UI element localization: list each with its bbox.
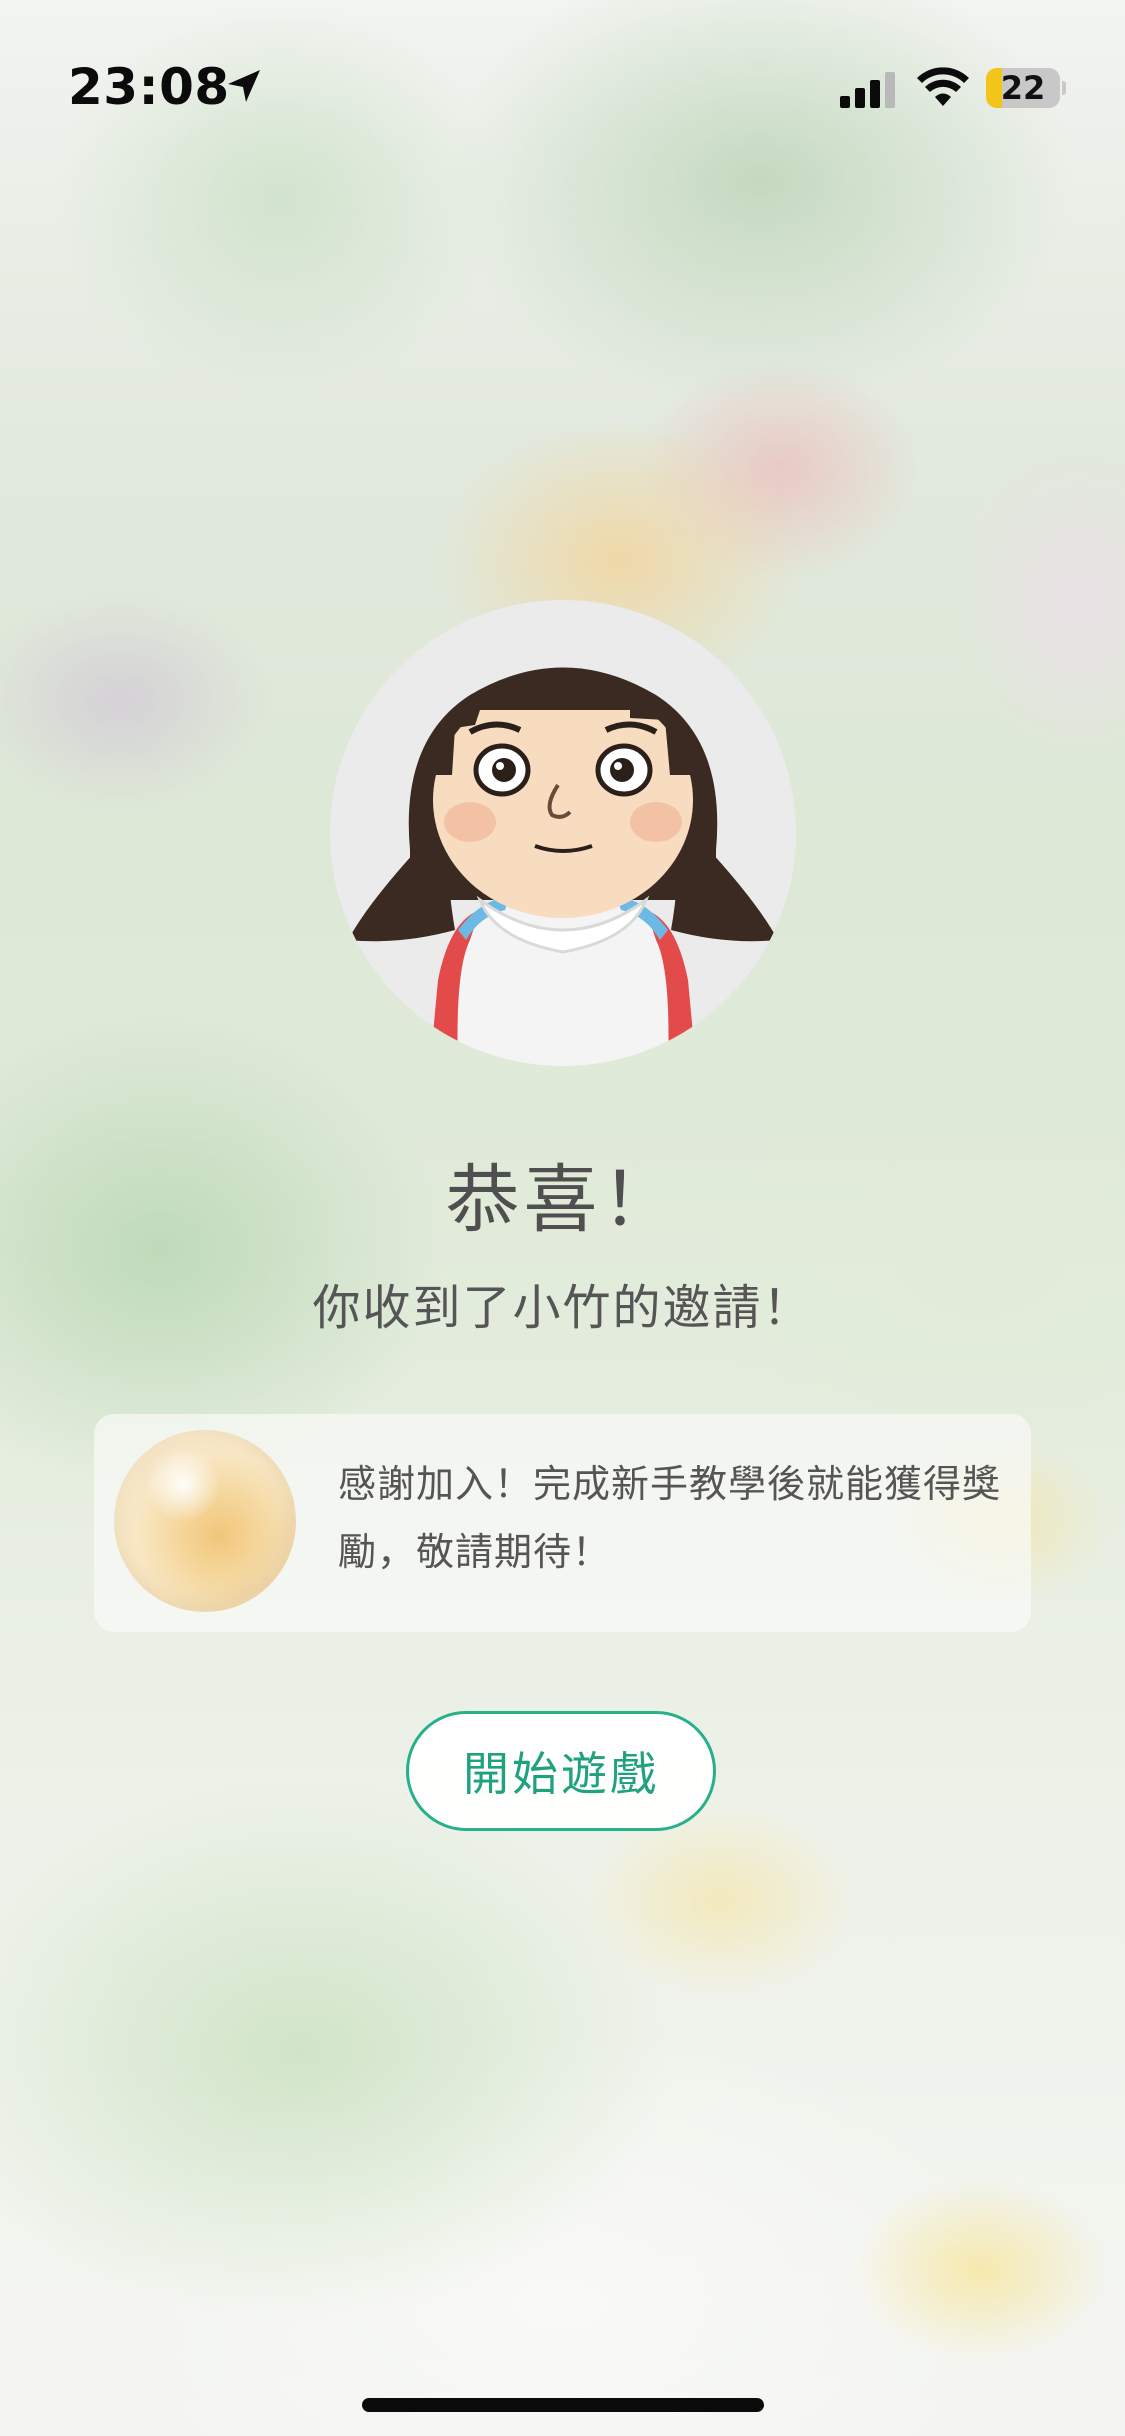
- invite-title: 恭喜！: [445, 1157, 680, 1243]
- wifi-icon: [917, 67, 969, 106]
- status-bar: 23:08 22: [0, 0, 1125, 150]
- inviter-avatar: [330, 600, 796, 1066]
- invite-screen: 23:08 22 恭喜！ 你收到了小竹的邀請！ 感謝加入！完成新手教學後就能獲得…: [0, 0, 1125, 2436]
- battery-icon: 22: [986, 68, 1066, 108]
- reward-card: 感謝加入！完成新手教學後就能獲得獎勵，敬請期待！: [94, 1414, 1031, 1632]
- reward-orb-icon: [114, 1430, 296, 1612]
- location-arrow-icon: [228, 70, 260, 102]
- start-game-button[interactable]: 開始遊戲: [406, 1711, 716, 1831]
- invite-subtitle: 你收到了小竹的邀請！: [312, 1280, 813, 1336]
- status-time: 23:08: [68, 58, 230, 116]
- battery-level: 22: [1000, 69, 1046, 107]
- cellular-signal-icon: [840, 72, 895, 108]
- reward-message: 感謝加入！完成新手教學後就能獲得獎勵，敬請期待！: [338, 1462, 1002, 1574]
- home-indicator[interactable]: [362, 2398, 764, 2412]
